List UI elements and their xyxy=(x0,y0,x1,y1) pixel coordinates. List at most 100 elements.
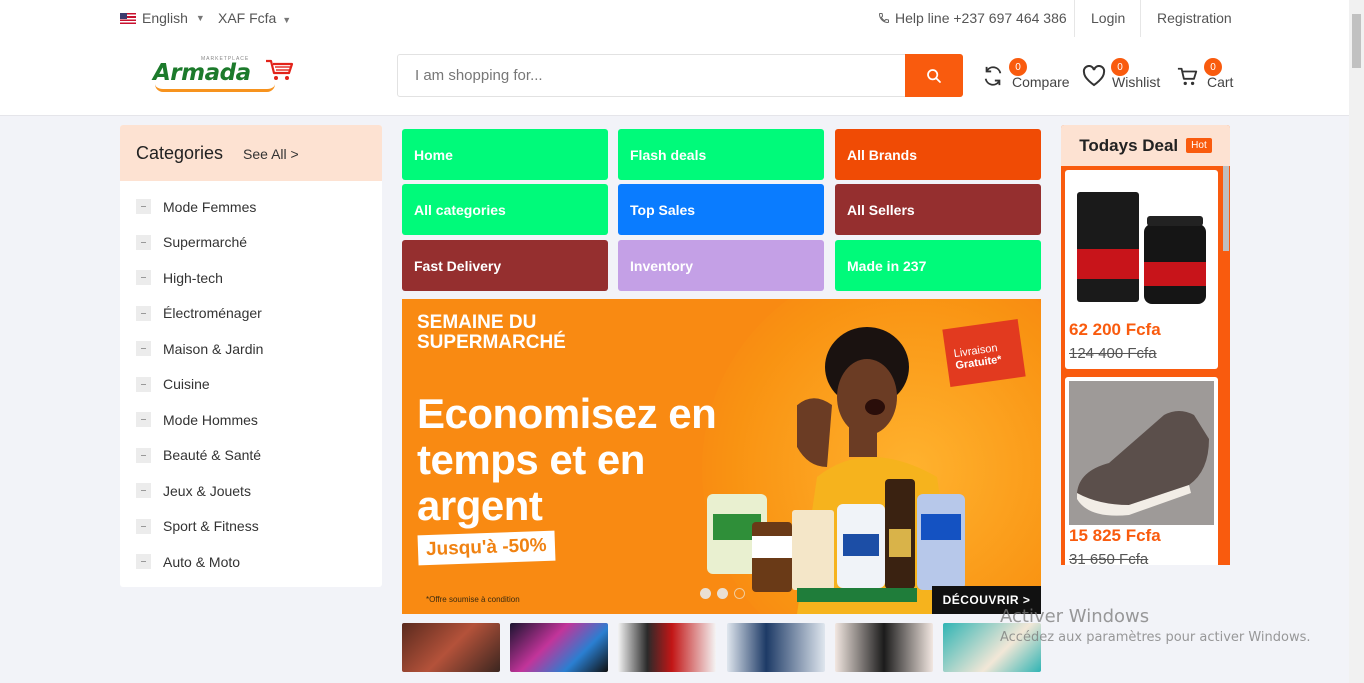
deal-scrollbar-thumb[interactable] xyxy=(1223,166,1229,251)
category-label: Cuisine xyxy=(163,376,210,393)
category-icon xyxy=(136,270,151,286)
deal-price: 15 825 Fcfa xyxy=(1069,526,1161,545)
category-icon xyxy=(136,234,151,250)
header: MARKETPLACE Armada 0 Compare 0 Wishlist xyxy=(0,37,1349,116)
tile-all-brands[interactable]: All Brands xyxy=(835,129,1041,180)
thumbnail-tv[interactable] xyxy=(510,623,608,672)
compare-count-badge: 0 xyxy=(1009,58,1027,76)
registration-link[interactable]: Registration xyxy=(1157,10,1232,26)
tile-top-sales[interactable]: Top Sales xyxy=(618,184,824,235)
login-link[interactable]: Login xyxy=(1091,10,1125,26)
page-scrollbar-thumb[interactable] xyxy=(1352,14,1361,68)
free-delivery-badge: Livraison Gratuite* xyxy=(942,318,1026,388)
category-item[interactable]: Maison & Jardin xyxy=(120,331,382,367)
compare-label: Compare xyxy=(1012,74,1070,90)
tile-inventory[interactable]: Inventory xyxy=(618,240,824,291)
banner-headline: Economisez en temps et en argent xyxy=(417,390,717,529)
category-item[interactable]: Jeux & Jouets xyxy=(120,473,382,509)
helpline: Help line +237 697 464 386 xyxy=(878,10,1067,26)
category-item[interactable]: Auto & Moto xyxy=(120,544,382,580)
category-label: High-tech xyxy=(163,269,223,286)
divider xyxy=(1140,0,1141,37)
category-item[interactable]: Mode Femmes xyxy=(120,189,382,225)
currency-selector[interactable]: XAF Fcfa ▼ xyxy=(218,10,291,26)
banner-discount: Jusqu'à -50% xyxy=(417,530,556,566)
top-bar: English ▼ XAF Fcfa ▼ Help line +237 697 … xyxy=(0,0,1349,37)
tile-all-categories[interactable]: All categories xyxy=(402,184,608,235)
category-icon xyxy=(136,554,151,570)
category-label: Mode Femmes xyxy=(163,198,257,215)
heart-icon xyxy=(1082,65,1106,87)
cart-icon xyxy=(1177,67,1198,86)
tile-made-in-237[interactable]: Made in 237 xyxy=(835,240,1041,291)
category-item[interactable]: Supermarché xyxy=(120,225,382,261)
category-item[interactable]: Cuisine xyxy=(120,367,382,403)
category-label: Auto & Moto xyxy=(163,553,241,570)
tile-home[interactable]: Home xyxy=(402,129,608,180)
deal-product-card[interactable]: 15 825 Fcfa 31 650 Fcfa xyxy=(1065,377,1218,565)
chevron-down-icon: ▼ xyxy=(282,15,292,25)
category-item[interactable]: Électroménager xyxy=(120,296,382,332)
compare-button[interactable]: 0 Compare xyxy=(982,58,1070,90)
thumbnail-makeup[interactable] xyxy=(835,623,933,672)
category-label: Beauté & Santé xyxy=(163,447,262,464)
deal-old-price: 124 400 Fcfa xyxy=(1069,345,1157,362)
deal-product-card[interactable]: 62 200 Fcfa 124 400 Fcfa xyxy=(1065,170,1218,369)
category-item[interactable]: Beauté & Santé xyxy=(120,438,382,474)
logo-wordmark: Armada xyxy=(153,60,251,86)
search-icon xyxy=(927,68,941,83)
language-label: English xyxy=(142,10,188,26)
shoe-product-image xyxy=(1069,381,1214,525)
todays-deal-header: Todays Deal Hot xyxy=(1061,125,1230,166)
tile-fast-delivery[interactable]: Fast Delivery xyxy=(402,240,608,291)
categories-title: Categories xyxy=(136,142,224,163)
hero-banner[interactable]: SEMAINE DU SUPERMARCHÉ Economisez en tem… xyxy=(402,299,1041,614)
category-item[interactable]: High-tech xyxy=(120,260,382,296)
search-button[interactable] xyxy=(905,54,963,97)
banner-note: *Offre soumise à condition xyxy=(426,595,520,604)
see-all-link[interactable]: See All > xyxy=(243,146,299,162)
deal-old-price: 31 650 Fcfa xyxy=(1069,551,1149,565)
categories-panel: Categories See All > Mode Femmes Superma… xyxy=(120,125,382,587)
tile-all-sellers[interactable]: All Sellers xyxy=(835,184,1041,235)
category-label: Sport & Fitness xyxy=(163,518,259,535)
thumbnail-kitchenware[interactable] xyxy=(402,623,500,672)
category-label: Jeux & Jouets xyxy=(163,482,251,499)
category-item[interactable]: Mode Hommes xyxy=(120,402,382,438)
category-label: Mode Hommes xyxy=(163,411,258,428)
deal-price: 62 200 Fcfa xyxy=(1069,320,1161,339)
carousel-dots xyxy=(700,588,745,599)
category-icon xyxy=(136,483,151,499)
activation-watermark-text: Accédez aux paramètres pour activer Wind… xyxy=(1000,630,1311,645)
thumbnail-games[interactable] xyxy=(727,623,825,672)
thumbnail-whey[interactable] xyxy=(618,623,716,672)
language-selector[interactable]: English ▼ xyxy=(120,10,205,26)
wishlist-label: Wishlist xyxy=(1112,74,1161,90)
todays-deal-title: Todays Deal xyxy=(1079,135,1179,155)
category-icon xyxy=(136,305,151,321)
compare-icon xyxy=(984,66,1002,86)
carousel-dot[interactable] xyxy=(700,588,711,599)
page-scrollbar[interactable] xyxy=(1349,0,1364,683)
banner-headline-small: SEMAINE DU SUPERMARCHÉ xyxy=(417,312,566,353)
category-item[interactable]: Sport & Fitness xyxy=(120,509,382,545)
deal-scrollbar[interactable] xyxy=(1223,166,1229,565)
currency-label: XAF Fcfa xyxy=(218,10,277,26)
whey-product-image xyxy=(1069,174,1214,314)
category-icon xyxy=(136,412,151,428)
carousel-dot-active[interactable] xyxy=(734,588,745,599)
todays-deal-panel: Todays Deal Hot 62 200 Fcfa 124 400 Fcfa… xyxy=(1061,125,1230,565)
wishlist-button[interactable]: 0 Wishlist xyxy=(1082,58,1161,90)
category-icon xyxy=(136,518,151,534)
category-icon xyxy=(136,447,151,463)
phone-icon xyxy=(878,13,889,24)
category-list: Mode Femmes Supermarché High-tech Électr… xyxy=(120,181,382,580)
armada-logo[interactable]: MARKETPLACE Armada xyxy=(153,54,303,96)
cart-button[interactable]: 0 Cart xyxy=(1177,58,1233,90)
hot-badge: Hot xyxy=(1186,138,1212,153)
category-label: Supermarché xyxy=(163,234,248,251)
carousel-dot[interactable] xyxy=(717,588,728,599)
search-input[interactable] xyxy=(398,55,906,96)
tile-flash-deals[interactable]: Flash deals xyxy=(618,129,824,180)
us-flag-icon xyxy=(120,12,136,24)
